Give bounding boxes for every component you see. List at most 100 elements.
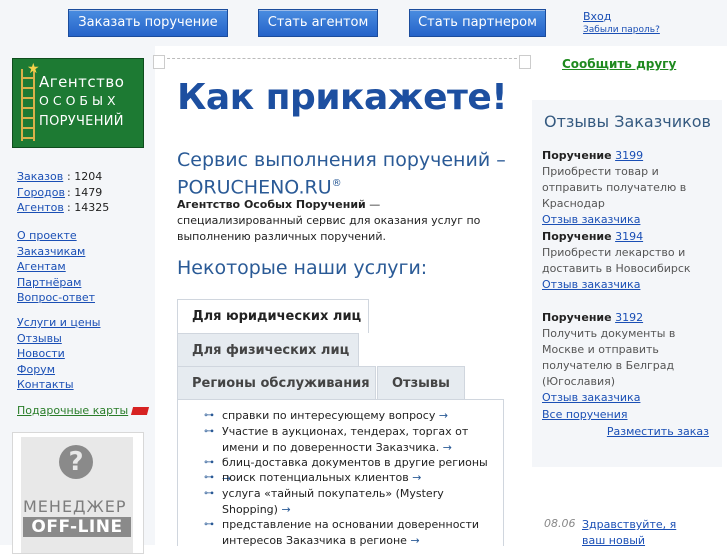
service-item[interactable]: ⊶ справки по интересующему вопросу → (204, 408, 492, 424)
service-subtitle: Сервис выполнения поручений – PORUCHENO.… (177, 149, 507, 199)
order-word: Поручение (542, 149, 612, 162)
nav-contacts[interactable]: Контакты (17, 378, 74, 391)
gift-cards-link[interactable]: Подарочные карты (17, 404, 128, 417)
nav-forum[interactable]: Форум (17, 363, 55, 376)
news-link[interactable]: Здравствуйте, я ваш новый (582, 517, 692, 549)
stat-orders-value: 1204 (74, 170, 103, 183)
reviews-title: Отзывы Заказчиков (544, 112, 711, 131)
stat-agents: Агентов: 14325 (17, 201, 110, 214)
manager-panel: ? МЕНЕДЖЕР OFF-LINE (21, 437, 133, 553)
top-bar: Заказать поручение Стать агентом Стать п… (0, 0, 727, 46)
order-description: Приобрести лекарство и доставить в Новос… (542, 246, 691, 275)
login-link[interactable]: Вход (583, 10, 611, 23)
question-icon: ? (59, 445, 93, 479)
registered-mark: ® (331, 178, 342, 189)
order-number-link[interactable]: 3194 (615, 230, 643, 243)
all-orders-link[interactable]: Все поручения (542, 408, 628, 421)
stat-orders: Заказов: 1204 (17, 170, 103, 183)
tell-friend: Сообщить другу (562, 57, 676, 71)
tab-legal-entities[interactable]: Для юридических лиц (177, 299, 369, 333)
stat-cities-value: 1479 (74, 185, 103, 199)
left-sidebar: ★ Агентство ОСОБЫХ ПОРУЧЕНИЙ Заказов: 12… (0, 46, 155, 554)
customer-review-link[interactable]: Отзыв заказчика (542, 213, 640, 226)
corner-decoration (153, 55, 165, 69)
nav-group-services: Услуги и цены Отзывы Новости Форум Конта… (17, 316, 101, 394)
manager-status-widget[interactable]: ? МЕНЕДЖЕР OFF-LINE (12, 432, 144, 554)
customer-review-link[interactable]: Отзыв заказчика (542, 391, 640, 404)
manager-status: OFF-LINE (23, 517, 131, 537)
ladder-icon (21, 69, 35, 141)
service-item[interactable]: ⊶ услуга «тайный покупатель» (Mystery Sho… (204, 486, 492, 517)
main-content: Как прикажете! Сервис выполнения поручен… (153, 55, 531, 548)
stat-cities: Городов: 1479 (17, 185, 103, 199)
nav-customers[interactable]: Заказчикам (17, 245, 85, 258)
review-item: Поручение 3192 Получить документы в Моск… (542, 310, 717, 406)
nav-agents[interactable]: Агентам (17, 260, 66, 273)
order-number-link[interactable]: 3192 (615, 311, 643, 324)
news-date: 08.06 (544, 517, 576, 530)
arrow-icon: → (442, 440, 452, 454)
forgot-password-link[interactable]: Забыли пароль? (583, 25, 660, 35)
service-text: блиц-доставка документов в другие регион… (222, 456, 488, 469)
bullet-icon: ⊶ (204, 457, 214, 468)
order-task-button[interactable]: Заказать поручение (68, 9, 228, 37)
nav-partners[interactable]: Партнёрам (17, 276, 81, 289)
order-description: Получить документы в Москве и отправить … (542, 327, 676, 388)
corner-decoration (519, 55, 531, 69)
service-item[interactable]: ⊶ Участие в аукционах, тендерах, торгах о… (204, 424, 492, 455)
description-bold: Агентство Особых Поручений (177, 198, 366, 211)
stat-agents-value: 14325 (74, 201, 110, 214)
review-item: Поручение 3194 Приобрести лекарство и до… (542, 229, 717, 293)
stat-cities-link[interactable]: Городов (17, 186, 67, 199)
services-heading: Некоторые наши услуги: (177, 257, 428, 279)
services-tabs: Для юридических лиц Для физических лиц Р… (177, 299, 504, 548)
nav-about[interactable]: О проекте (17, 229, 77, 242)
logo-line-2: ОСОБЫХ (39, 93, 120, 108)
service-text: Участие в аукционах, тендерах, торгах от… (222, 425, 469, 454)
bullet-icon: ⊶ (204, 410, 214, 421)
services-list: ⊶ справки по интересующему вопросу → ⊶ Уча… (177, 400, 504, 548)
order-description: Приобрести товар и отправить получателю … (542, 165, 687, 210)
tab-service-regions[interactable]: Регионы обслуживания (177, 366, 376, 401)
become-partner-button[interactable]: Стать партнером (409, 9, 546, 37)
nav-reviews[interactable]: Отзывы (17, 332, 62, 345)
arrow-icon: → (281, 502, 291, 516)
order-number-link[interactable]: 3199 (615, 149, 643, 162)
logo-line-1: Агентство (39, 73, 125, 91)
tab-individuals[interactable]: Для физических лиц (177, 333, 359, 368)
nav-group-info: О проекте Заказчикам Агентам Партнёрам В… (17, 229, 95, 307)
nav-news[interactable]: Новости (17, 347, 65, 360)
site-stats: Заказов: 1204 Городов: 1479 Агентов: 143… (17, 170, 109, 217)
service-item[interactable]: ⊶ поиск потенциальных клиентов → (204, 470, 492, 486)
bullet-icon: ⊶ (204, 519, 214, 530)
arrow-icon: → (412, 471, 422, 484)
stat-agents-link[interactable]: Агентов (17, 201, 67, 214)
manager-label: МЕНЕДЖЕР (23, 497, 127, 516)
hero-title: Как прикажете! (177, 77, 508, 118)
stat-orders-link[interactable]: Заказов (17, 170, 67, 183)
place-order-link[interactable]: Разместить заказ (607, 425, 709, 438)
subtitle-line-1: Сервис выполнения поручений – (177, 149, 506, 171)
gift-cards: Подарочные карты (17, 404, 150, 417)
service-item[interactable]: ⊶ представление на основании доверенности… (204, 517, 492, 548)
subtitle-line-2: PORUCHENO.RU (177, 176, 332, 199)
service-description: Агентство Особых Поручений — специализир… (177, 197, 502, 245)
customer-reviews-panel: Отзывы Заказчиков Поручение 3199 Приобре… (532, 100, 722, 467)
logo-line-3: ПОРУЧЕНИЙ (39, 114, 124, 129)
bullet-icon: ⊶ (204, 426, 214, 437)
nav-faq[interactable]: Вопрос-ответ (17, 291, 95, 304)
service-text: услуга «тайный покупатель» (Mystery Shop… (222, 487, 444, 516)
arrow-icon: → (438, 409, 449, 422)
nav-services-prices[interactable]: Услуги и цены (17, 316, 101, 329)
become-agent-button[interactable]: Стать агентом (258, 9, 378, 37)
bullet-icon: ⊶ (204, 472, 214, 483)
tab-reviews[interactable]: Отзывы (377, 366, 465, 401)
logo[interactable]: ★ Агентство ОСОБЫХ ПОРУЧЕНИЙ (12, 58, 144, 148)
gift-card-icon (131, 407, 150, 415)
customer-review-link[interactable]: Отзыв заказчика (542, 278, 640, 291)
tell-friend-link[interactable]: Сообщить другу (562, 57, 676, 71)
star-icon: ★ (27, 61, 40, 77)
service-text: поиск потенциальных клиентов (222, 471, 409, 484)
order-word: Поручение (542, 311, 612, 324)
service-text: справки по интересующему вопросу (222, 409, 436, 422)
